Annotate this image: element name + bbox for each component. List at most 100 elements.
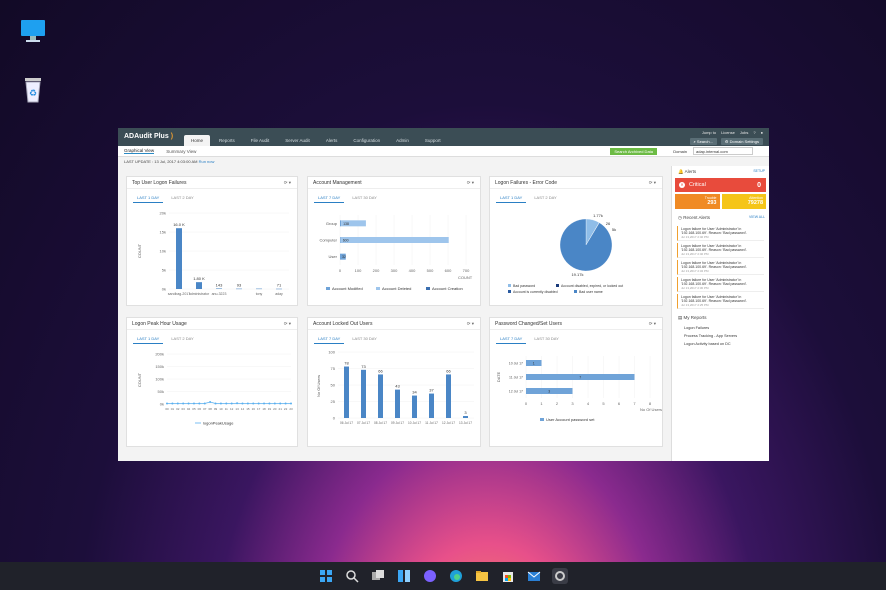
alert-item[interactable]: Logon failure for User 'Administrator' i… [677,260,764,275]
setup-link[interactable]: SETUP [753,169,765,173]
alert-timestamp: Jul 13,2017 2:30 PM [681,286,709,290]
jump-to-link[interactable]: Jump to [702,130,716,135]
widgets-icon[interactable] [396,568,412,584]
x-tick-label: 14 [241,407,245,411]
line-point [171,402,174,405]
domain-select[interactable]: adap.internal.com [693,147,753,155]
start-icon[interactable] [318,568,334,584]
report-link[interactable]: Logon Failures [672,324,769,332]
view-all-link[interactable]: VIEW ALL [749,215,765,219]
bell-icon: 🔔 [678,169,684,174]
app-logo: ADAudit Plus ) [124,133,174,140]
tab-file-audit[interactable]: File Audit [244,135,277,146]
clock-icon: ◷ [678,215,682,220]
legend-swatch [376,287,380,290]
domain-settings-button[interactable]: ⚙ Domain Settings [720,138,763,145]
tab-alerts[interactable]: Alerts [319,135,345,146]
panel-controls-icon[interactable]: ⟳ ▾ [649,180,656,186]
help-link[interactable]: ? [753,130,755,135]
x-tick-label: administrator [189,292,210,296]
alert-timestamp: Jul 13,2017 2:40 PM [681,252,709,256]
jobs-link[interactable]: Jobs [740,130,748,135]
report-link[interactable]: Process Tracking - App Servers [672,332,769,340]
report-link[interactable]: Logon Activity based on DC [672,340,769,348]
data-label: 32 [342,255,346,259]
x-tick-label: 09 Jul 17 [391,421,404,425]
panel-logon-peak-hour: Logon Peak Hour Usage ⟳ ▾ LAST 1 DAY LAST… [126,317,298,447]
mail-icon[interactable] [526,568,542,584]
search-archived-button[interactable]: Search Archived Data [610,148,657,155]
x-tick-label: 02 [176,407,180,411]
tab-home[interactable]: Home [184,135,211,146]
line-point [263,402,266,405]
x-tick-label: 1 [540,401,543,406]
reports-icon: ▤ [678,315,683,320]
panel-controls-icon[interactable]: ⟳ ▾ [284,180,291,186]
chart-locked-out-users: No Of Users 100 75 50 25 0 78 06 Jul 17 73 07 Jul… [316,350,474,425]
user-icon[interactable]: ● [761,130,763,135]
alert-text: Logon failure for User 'Administrator' i… [681,295,748,303]
task-view-icon[interactable] [370,568,386,584]
legend-item: Bad password [513,284,535,288]
search-icon[interactable] [344,568,360,584]
summary-view-tab[interactable]: Summary View [166,149,196,154]
tab-reports[interactable]: Reports [212,135,242,146]
critical-count: 0 [757,181,761,189]
y-tick-label: 200k [155,352,164,357]
panel-controls-icon[interactable]: ⟳ ▾ [649,321,656,327]
attention-alerts-card[interactable]: Attention 79278 [721,194,766,209]
store-icon[interactable] [500,568,516,584]
alert-timestamp: Jul 13,2017 2:25 PM [681,303,709,307]
trouble-alerts-card[interactable]: Trouble 293 [675,194,720,209]
panel-controls-icon[interactable]: ⟳ ▾ [467,321,474,327]
legend-item: Account Modified [332,286,363,291]
top-actions: ⌕ Search... ⚙ Domain Settings [689,138,763,145]
legend-swatch [540,418,544,421]
bar [446,374,451,418]
data-label: 600 [343,239,349,243]
pie-slice [559,218,613,272]
panel-password-changed: Password Changed/Set Users ⟳ ▾ LAST 7 DAY… [489,317,663,447]
bar [340,237,341,243]
run-now-link[interactable]: Run now [199,159,215,164]
trouble-count: 293 [707,200,717,206]
main-nav: Home Reports File Audit Server Audit Ale… [184,135,448,146]
tab-admin[interactable]: Admin [389,135,416,146]
svg-text:♻: ♻ [29,88,37,98]
alerts-title: Alerts [684,169,697,174]
x-tick-label: 07 [203,407,207,411]
data-label: 138 [343,222,349,226]
x-tick-label: 7 [633,401,636,406]
settings-icon[interactable] [552,568,568,584]
x-tick-label: 15 [246,407,250,411]
alert-text: Logon failure for User 'Administrator' i… [681,227,748,235]
tab-configuration[interactable]: Configuration [346,135,387,146]
x-tick-label: 2 [556,401,559,406]
file-explorer-icon[interactable] [474,568,490,584]
panel-controls-icon[interactable]: ⟳ ▾ [467,180,474,186]
line-point [214,402,217,405]
tab-support[interactable]: Support [418,135,448,146]
alert-item[interactable]: Logon failure for User 'Administrator' i… [677,277,764,292]
teams-chat-icon[interactable] [422,568,438,584]
recycle-bin-icon[interactable]: ♻ [16,72,50,106]
data-label: 66 [446,368,451,373]
line-point [284,402,287,405]
edge-browser-icon[interactable] [448,568,464,584]
panel-controls-icon[interactable]: ⟳ ▾ [284,321,291,327]
critical-alerts-card[interactable]: ✕ Critical 0 [675,178,766,192]
x-tick-label: 08 [208,407,212,411]
tab-server-audit[interactable]: Server Audit [278,135,317,146]
data-label: 19.17k [571,272,583,277]
top-nav-bar: ADAudit Plus ) Home Reports File Audit S… [118,128,769,146]
alert-item[interactable]: Logon failure for User 'Administrator' i… [677,294,764,309]
search-button[interactable]: ⌕ Search... [689,138,717,145]
line-point [192,402,195,405]
alert-item[interactable]: Logon failure for User 'Administrator' i… [677,226,764,241]
alert-item[interactable]: Logon failure for User 'Administrator' i… [677,243,764,258]
x-tick-label: 12 Jul 17 [442,421,455,425]
data-label: 71 [277,283,282,288]
graphical-view-tab[interactable]: Graphical View [124,148,155,154]
desktop-monitor-icon[interactable] [16,14,50,48]
license-link[interactable]: License [721,130,735,135]
